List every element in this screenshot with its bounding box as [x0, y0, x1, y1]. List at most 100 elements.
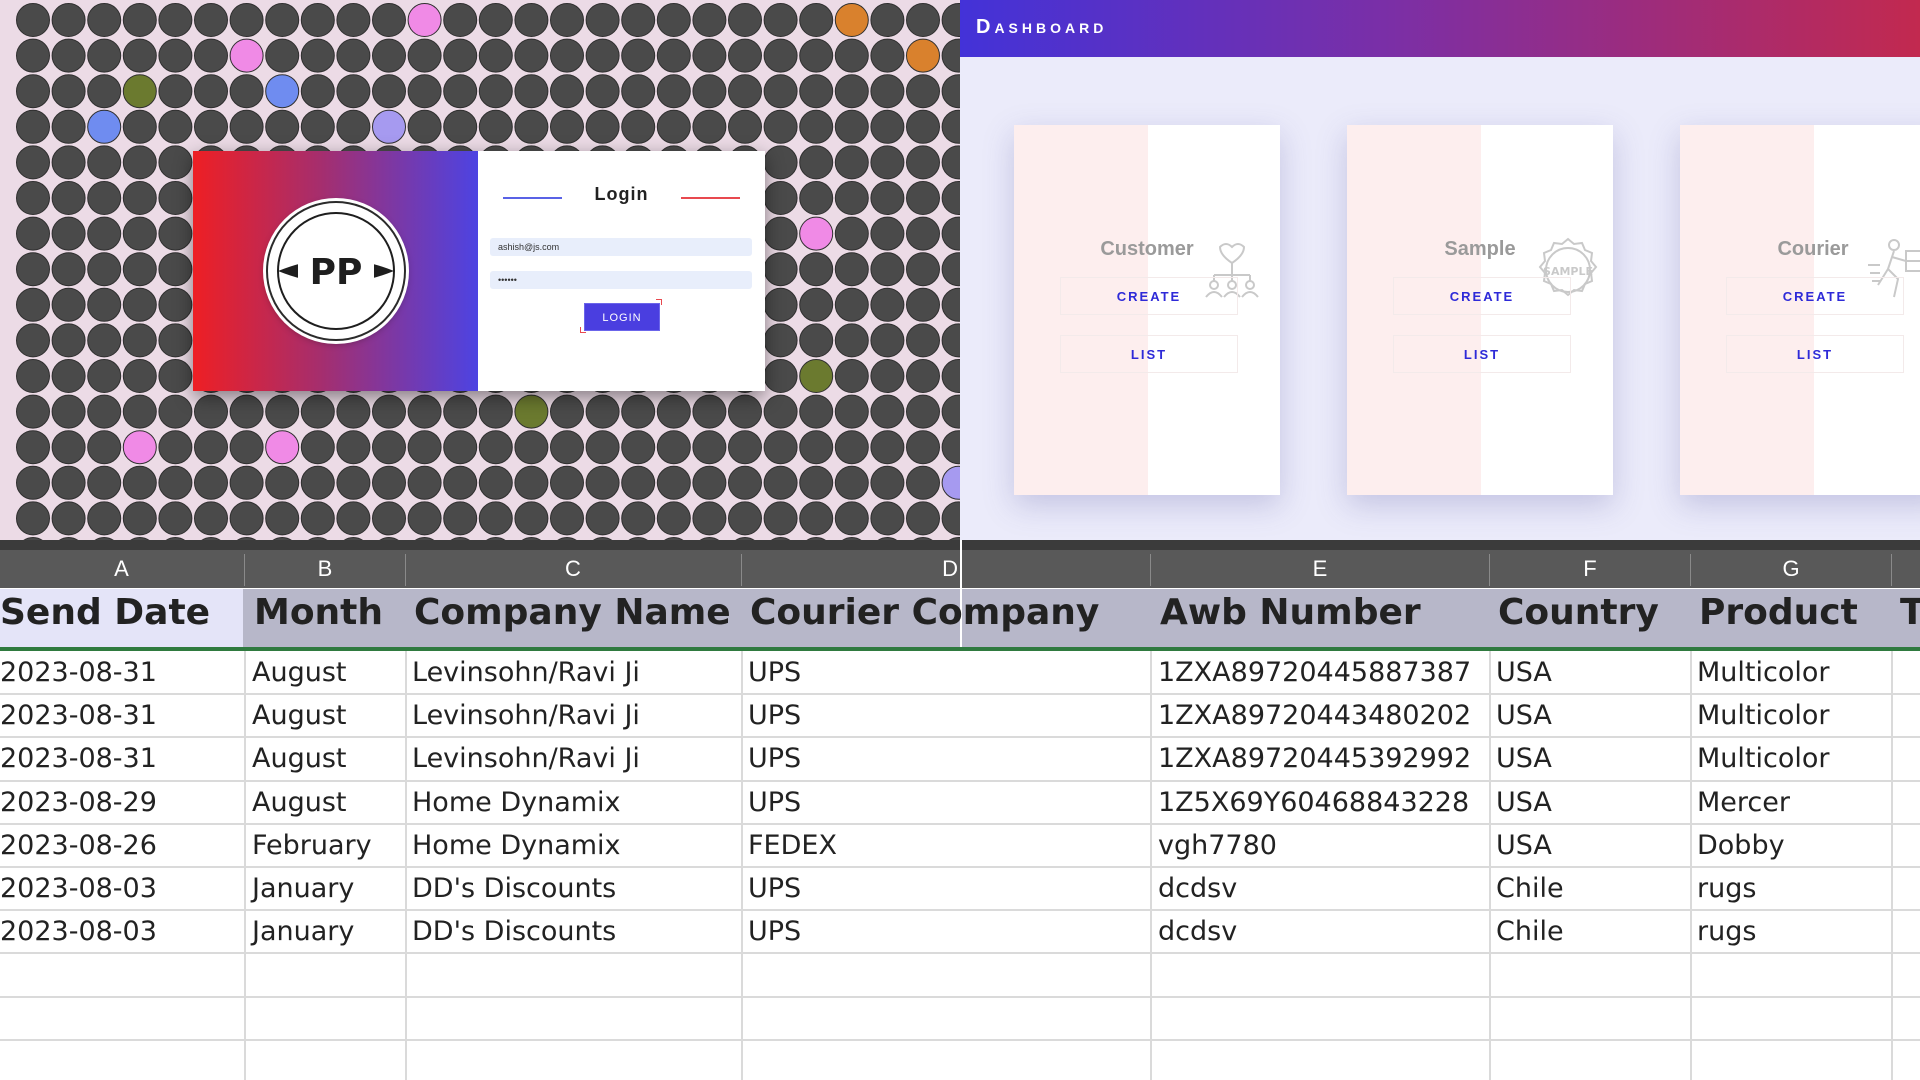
cell-awb-number[interactable]: dcdsv — [1158, 867, 1237, 910]
decorative-dot — [834, 181, 869, 215]
cell-courier-company[interactable]: UPS — [748, 867, 801, 910]
header-month[interactable]: Month — [254, 592, 383, 633]
courier-create-button[interactable]: CREATE — [1726, 277, 1904, 315]
cell-send-date[interactable]: 2023-08-31 — [0, 737, 157, 780]
customer-list-button[interactable]: LIST — [1060, 335, 1238, 373]
column-letter-c[interactable]: C — [406, 550, 740, 588]
cell-month[interactable]: August — [252, 781, 347, 824]
logo-text: PP — [310, 252, 363, 293]
decorative-dot — [906, 430, 940, 465]
sample-list-button[interactable]: LIST — [1393, 335, 1571, 373]
cell-country[interactable]: USA — [1496, 737, 1552, 780]
decorative-dot — [514, 465, 549, 500]
sample-create-button[interactable]: CREATE — [1393, 277, 1571, 315]
decorative-dot — [51, 145, 86, 180]
cell-month[interactable]: January — [252, 910, 354, 953]
cell-send-date[interactable]: 2023-08-29 — [0, 781, 157, 824]
decorative-dot — [265, 38, 300, 73]
cell-awb-number[interactable]: dcdsv — [1158, 910, 1237, 953]
header-country[interactable]: Country — [1498, 592, 1659, 633]
cell-country[interactable]: USA — [1496, 781, 1552, 824]
customer-create-button[interactable]: CREATE — [1060, 277, 1238, 315]
cell-company-name[interactable]: DD's Discounts — [412, 867, 616, 910]
cell-send-date[interactable]: 2023-08-31 — [0, 694, 157, 737]
decorative-dot — [158, 252, 193, 287]
cell-courier-company[interactable]: FEDEX — [748, 824, 837, 867]
decorative-dot — [656, 465, 691, 500]
cell-awb-number[interactable]: 1Z5X69Y60468843228 — [1158, 781, 1469, 824]
cell-country[interactable]: Chile — [1496, 910, 1564, 953]
cell-product[interactable]: Multicolor — [1697, 737, 1829, 780]
cell-product[interactable]: Mercer — [1697, 781, 1790, 824]
cell-send-date[interactable]: 2023-08-03 — [0, 867, 157, 910]
cell-country[interactable]: USA — [1496, 651, 1552, 694]
cell-product[interactable]: Dobby — [1697, 824, 1785, 867]
decorative-dot — [336, 38, 371, 73]
decorative-dot — [300, 74, 335, 109]
decorative-dot — [799, 359, 834, 393]
cell-company-name[interactable]: Levinsohn/Ravi Ji — [412, 737, 640, 780]
cell-product[interactable]: Multicolor — [1697, 651, 1829, 694]
decorative-dot — [51, 216, 86, 251]
cell-country[interactable]: USA — [1496, 694, 1552, 737]
cell-month[interactable]: January — [252, 867, 354, 910]
cell-month[interactable]: August — [252, 694, 347, 737]
header-send-date[interactable]: Send Date — [0, 592, 210, 633]
cell-send-date[interactable]: 2023-08-03 — [0, 910, 157, 953]
email-field[interactable]: ashish@js.com — [490, 238, 752, 256]
decorative-dot — [870, 323, 905, 358]
column-letter-e[interactable]: E — [1151, 550, 1489, 588]
password-field[interactable]: •••••• — [490, 271, 752, 289]
decorative-dot — [799, 38, 834, 73]
cell-send-date[interactable]: 2023-08-26 — [0, 824, 157, 867]
cell-country[interactable]: USA — [1496, 824, 1552, 867]
column-letter-f[interactable]: F — [1490, 550, 1690, 588]
header-truncated[interactable]: T — [1900, 592, 1920, 633]
decorative-dot — [799, 3, 834, 37]
column-letter-g[interactable]: G — [1691, 550, 1891, 588]
cell-awb-number[interactable]: 1ZXA89720445392992 — [1158, 737, 1471, 780]
decorative-dot — [87, 465, 122, 500]
login-title-row: Login — [478, 184, 765, 208]
decorative-dot — [870, 287, 905, 322]
decorative-dot — [16, 465, 50, 500]
cell-product[interactable]: rugs — [1697, 910, 1756, 953]
login-button[interactable]: LOGIN — [584, 303, 660, 331]
cell-month[interactable]: August — [252, 737, 347, 780]
cell-month[interactable]: August — [252, 651, 347, 694]
decorative-dot — [799, 109, 834, 144]
header-product[interactable]: Product — [1699, 592, 1858, 633]
cell-company-name[interactable]: DD's Discounts — [412, 910, 616, 953]
decorative-dot — [941, 74, 960, 109]
header-courier-company[interactable]: Courier Company — [750, 592, 1099, 633]
cell-awb-number[interactable]: vgh7780 — [1158, 824, 1277, 867]
cell-courier-company[interactable]: UPS — [748, 737, 801, 780]
cell-courier-company[interactable]: UPS — [748, 651, 801, 694]
decorative-dot — [906, 465, 940, 500]
decorative-dot — [372, 38, 406, 73]
cell-country[interactable]: Chile — [1496, 867, 1564, 910]
cell-product[interactable]: Multicolor — [1697, 694, 1829, 737]
courier-list-button[interactable]: LIST — [1726, 335, 1904, 373]
decorative-dot — [656, 74, 691, 109]
decorative-dot — [656, 430, 691, 465]
cell-courier-company[interactable]: UPS — [748, 910, 801, 953]
cell-company-name[interactable]: Levinsohn/Ravi Ji — [412, 694, 640, 737]
cell-send-date[interactable]: 2023-08-31 — [0, 651, 157, 694]
cell-company-name[interactable]: Home Dynamix — [412, 781, 621, 824]
column-letter-b[interactable]: B — [245, 550, 405, 588]
column-letter-a[interactable]: A — [0, 550, 243, 588]
decorative-dot — [87, 430, 122, 465]
cell-company-name[interactable]: Levinsohn/Ravi Ji — [412, 651, 640, 694]
cell-courier-company[interactable]: UPS — [748, 781, 801, 824]
decorative-dot — [51, 359, 86, 393]
cell-company-name[interactable]: Home Dynamix — [412, 824, 621, 867]
header-company-name[interactable]: Company Name — [414, 592, 731, 633]
cell-product[interactable]: rugs — [1697, 867, 1756, 910]
header-awb-number[interactable]: Awb Number — [1160, 592, 1421, 633]
column-letter-d[interactable]: D — [742, 550, 960, 588]
cell-month[interactable]: February — [252, 824, 372, 867]
cell-awb-number[interactable]: 1ZXA89720445887387 — [1158, 651, 1471, 694]
cell-awb-number[interactable]: 1ZXA89720443480202 — [1158, 694, 1471, 737]
cell-courier-company[interactable]: UPS — [748, 694, 801, 737]
